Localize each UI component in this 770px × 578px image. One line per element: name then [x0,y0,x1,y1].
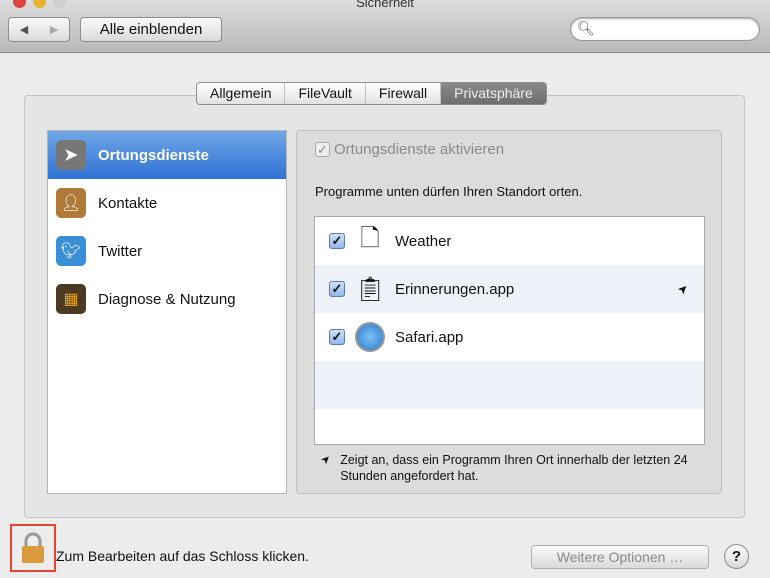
tab-filevault[interactable]: FileVault [285,83,366,104]
diagnostics-icon: ▦ [56,284,86,314]
sidebar-item-label: Kontakte [98,194,158,212]
contacts-book-icon: 👤︎ [56,188,86,218]
sidebar-item-kontakte[interactable]: 👤︎ Kontakte [48,179,286,227]
location-arrow-icon: ➤ [318,452,334,468]
tab-allgemein[interactable]: Allgemein [197,83,286,104]
app-name: Erinnerungen.app [395,280,515,298]
app-list: ✓ 🗋 Weather ✓ 📋︎ Erinnerungen.app ➤ ✓ Safari.a… [314,216,705,445]
search-icon: 🔍︎ [577,20,595,36]
recent-location-arrow-icon: ➤ [674,280,692,298]
sidebar-item-label: Diagnose & Nutzung [98,290,236,308]
checkmark-icon: ✓ [315,142,330,157]
sidebar-item-ortungsdienste[interactable]: ➤ Ortungsdienste [48,131,286,179]
back-icon[interactable]: ◀ [20,23,28,36]
app-name: Weather [395,232,452,250]
sidebar-item-label: Ortungsdienste [98,146,209,164]
app-name: Safari.app [395,328,464,346]
show-all-button[interactable]: Alle einblenden [80,17,222,42]
more-options-button[interactable]: Weitere Optionen … [531,545,709,569]
location-note-text: Zeigt an, dass ein Programm Ihren Ort in… [340,453,688,483]
app-checkbox[interactable]: ✓ [329,329,345,345]
list-item: ✓ Safari.app [315,313,704,361]
reminders-icon: 📋︎ [354,275,386,303]
lock-icon [22,532,44,563]
tab-privatsphaere[interactable]: Privatsphäre [441,83,546,104]
enable-location-checkbox[interactable]: ✓ Ortungsdienste aktivieren [315,141,504,158]
location-services-panel: ✓ Ortungsdienste aktivieren Programme un… [296,130,722,494]
privacy-category-list: ➤ Ortungsdienste 👤︎ Kontakte 🐦︎ Twitter ▦ Di… [47,130,287,494]
toolbar: Sicherheit ◀ ▶ Alle einblenden 🔍︎ [0,0,770,53]
apps-description: Programme unten dürfen Ihren Standort or… [315,184,583,199]
document-icon: 🗋 [360,224,380,252]
back-forward-control: ◀ ▶ [8,17,70,42]
safari-compass-icon [355,318,385,356]
app-checkbox[interactable]: ✓ [329,233,345,249]
location-arrow-icon: ➤ [56,140,86,170]
lock-instruction: Zum Bearbeiten auf das Schloss klicken. [56,548,309,564]
tab-firewall[interactable]: Firewall [366,83,442,104]
app-checkbox[interactable]: ✓ [329,281,345,297]
enable-location-label: Ortungsdienste aktivieren [334,141,505,158]
help-button[interactable]: ? [724,544,749,569]
empty-row [315,361,704,409]
sidebar-item-twitter[interactable]: 🐦︎ Twitter [48,227,286,275]
lock-button[interactable] [10,524,56,572]
window-title: Sicherheit [356,0,414,10]
twitter-bird-icon: 🐦︎ [56,236,86,266]
list-item: ✓ 🗋 Weather [315,217,704,265]
location-note: ➤ Zeigt an, dass ein Programm Ihren Ort … [319,452,701,484]
search-input[interactable]: 🔍︎ [570,17,760,41]
list-item: ✓ 📋︎ Erinnerungen.app ➤ [315,265,704,313]
sidebar-item-diagnose[interactable]: ▦ Diagnose & Nutzung [48,275,286,323]
forward-icon[interactable]: ▶ [50,23,58,36]
tab-bar: Allgemein FileVault Firewall Privatsphär… [196,82,547,105]
sidebar-item-label: Twitter [98,242,143,260]
